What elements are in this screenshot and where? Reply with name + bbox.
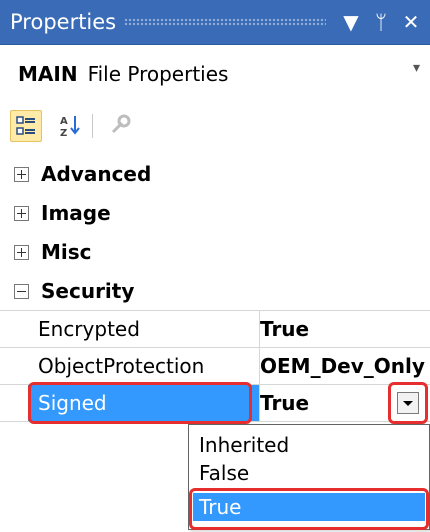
- toolbar-separator: [92, 114, 93, 138]
- category-misc[interactable]: Misc: [0, 233, 430, 271]
- property-pages-icon: [105, 110, 135, 140]
- highlight-signed-name: [28, 382, 252, 424]
- highlight-true-option: [189, 488, 429, 530]
- dropdown-option-false[interactable]: False: [193, 459, 425, 487]
- object-selector[interactable]: MAIN File Properties ▾: [0, 54, 430, 94]
- category-image[interactable]: Image: [0, 194, 430, 232]
- property-value[interactable]: True: [258, 385, 309, 421]
- category-security[interactable]: Security: [0, 272, 430, 310]
- window-title: Properties: [10, 10, 117, 34]
- property-value[interactable]: OEM_Dev_Only: [258, 348, 425, 384]
- svg-text:Z: Z: [60, 128, 67, 139]
- property-name: ObjectProtection: [28, 348, 260, 384]
- expand-icon[interactable]: [14, 166, 29, 182]
- alphabetical-icon[interactable]: A Z: [55, 110, 85, 140]
- window-position-dropdown-icon[interactable]: ▼: [336, 0, 366, 44]
- close-icon[interactable]: ✕: [396, 0, 426, 44]
- title-grip[interactable]: [124, 18, 326, 26]
- expand-icon[interactable]: [14, 205, 29, 221]
- category-label: Advanced: [41, 162, 152, 186]
- object-selector-dropdown-icon[interactable]: ▾: [413, 60, 420, 76]
- property-value[interactable]: True: [258, 311, 309, 347]
- category-label: Misc: [41, 240, 92, 264]
- property-name: Encrypted: [28, 311, 260, 347]
- property-row-objectprotection[interactable]: ObjectProtection OEM_Dev_Only: [0, 347, 430, 384]
- expand-icon[interactable]: [14, 244, 29, 260]
- collapse-icon[interactable]: [14, 283, 29, 299]
- properties-title-bar: Properties ▼ ᛘ ✕: [0, 0, 430, 45]
- categorized-icon[interactable]: [10, 110, 42, 142]
- category-label: Image: [41, 201, 111, 225]
- pin-icon[interactable]: ᛘ: [366, 0, 396, 44]
- properties-toolbar: A Z: [0, 100, 430, 150]
- category-label: Security: [41, 279, 135, 303]
- category-advanced[interactable]: Advanced: [0, 155, 430, 193]
- object-name: MAIN: [18, 62, 78, 86]
- highlight-dropdown-button: [388, 382, 428, 424]
- property-row-encrypted[interactable]: Encrypted True: [0, 310, 430, 347]
- object-type: File Properties: [87, 62, 229, 86]
- dropdown-option-inherited[interactable]: Inherited: [193, 431, 425, 459]
- svg-text:A: A: [60, 116, 68, 127]
